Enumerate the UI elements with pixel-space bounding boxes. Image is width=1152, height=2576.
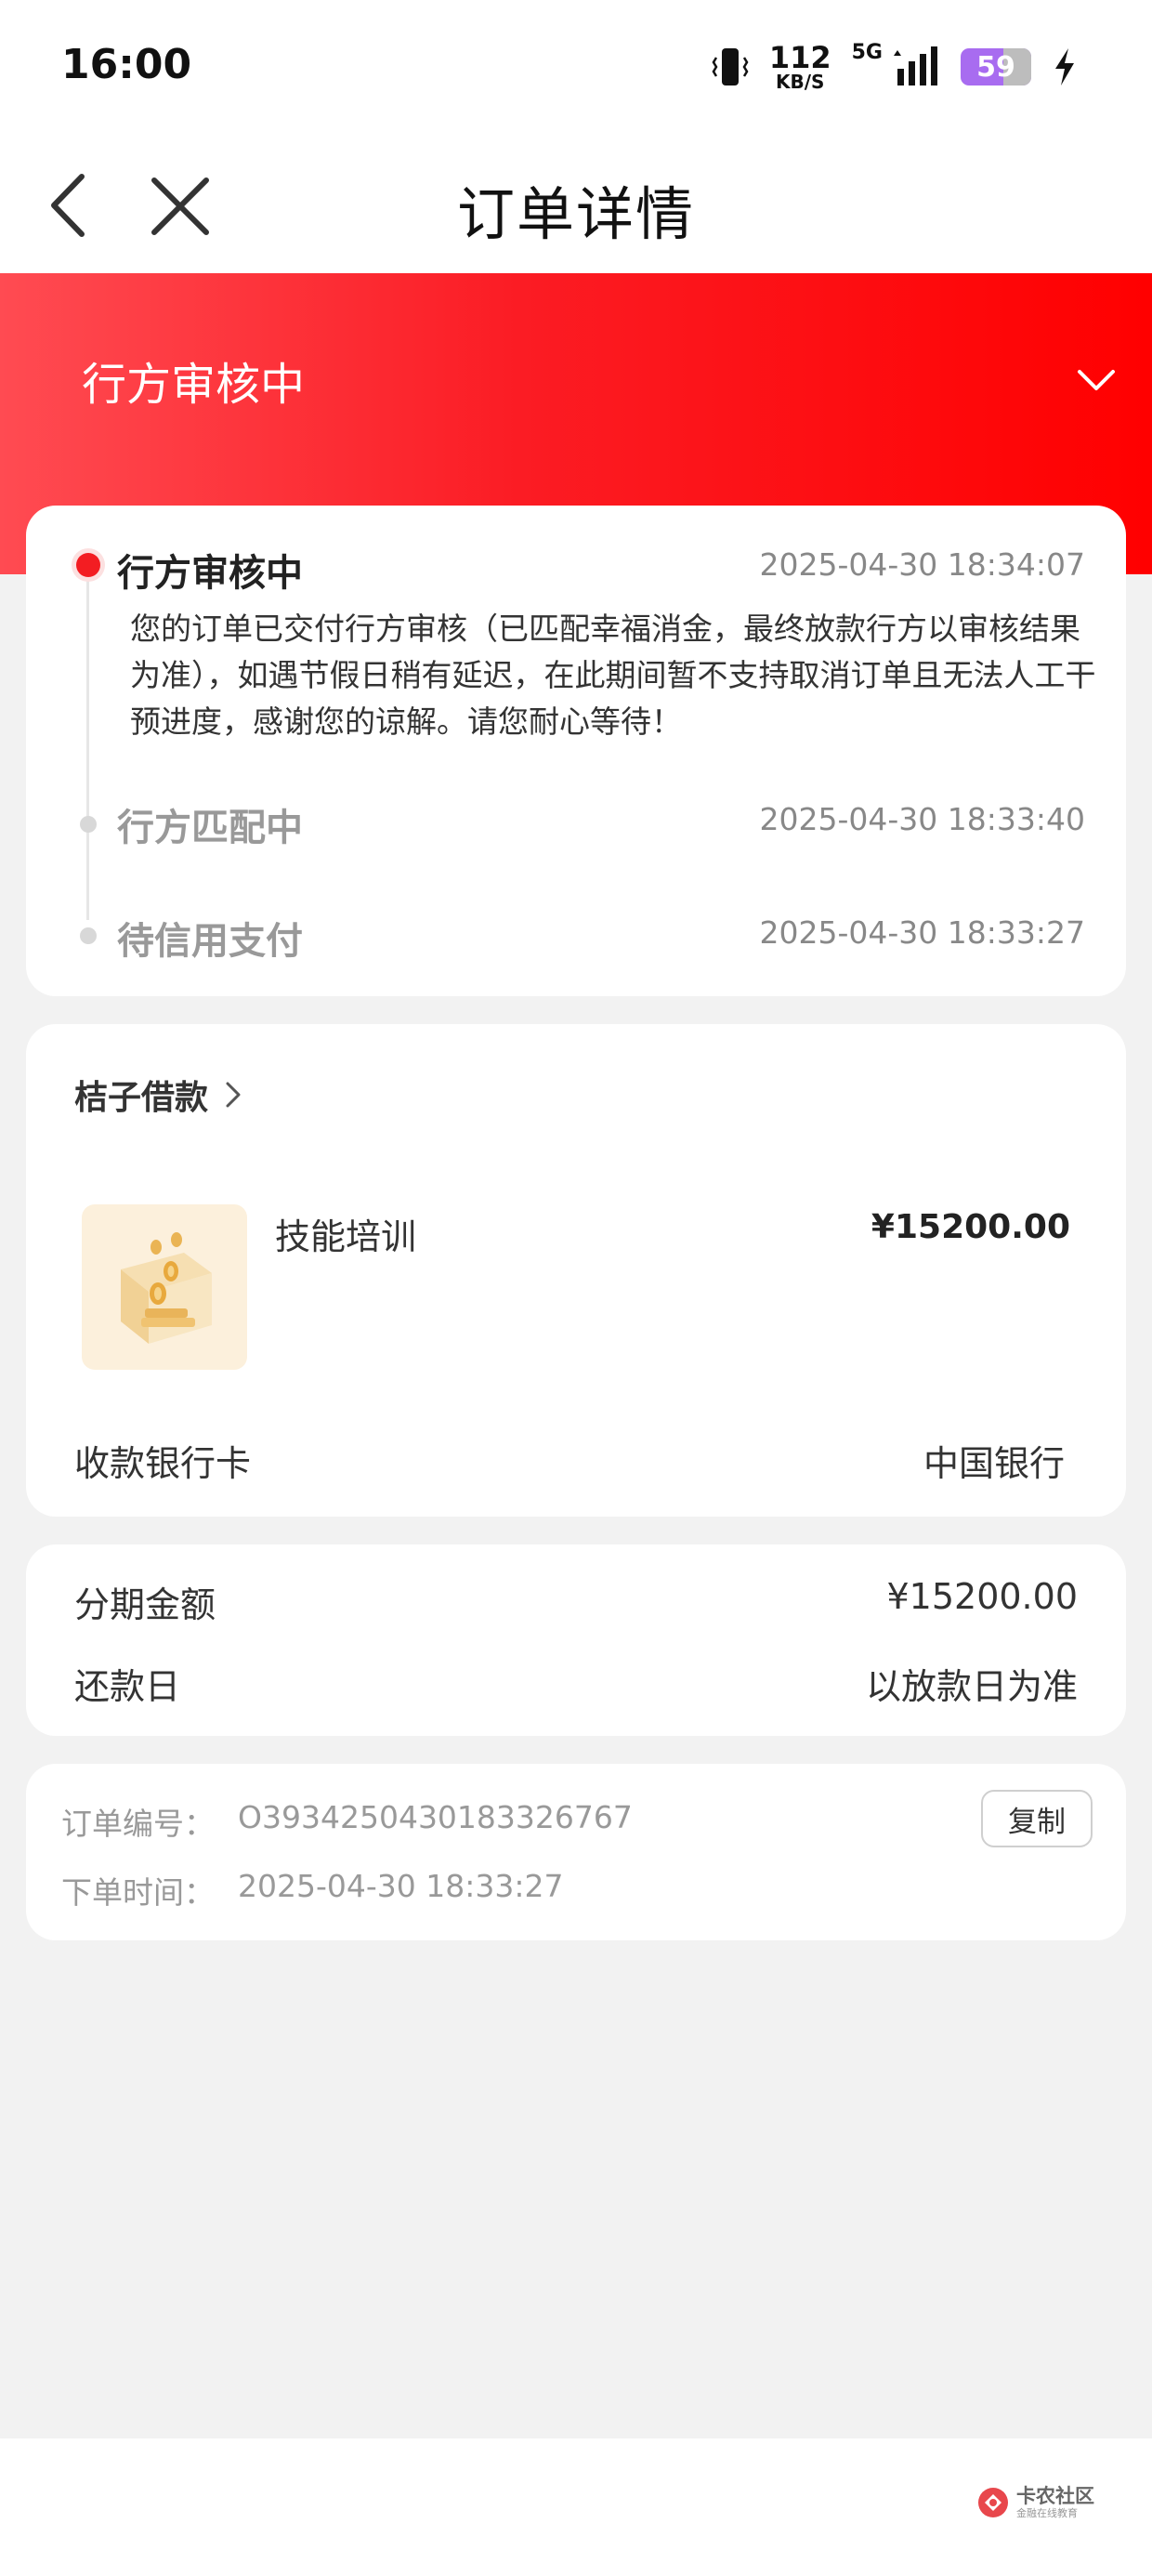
timeline-dot <box>80 816 97 833</box>
product-price: ¥15200.00 <box>871 1208 1070 1246</box>
charging-icon <box>1055 48 1074 85</box>
vibrate-icon <box>712 48 749 85</box>
product-card: 桔子借款 技能培训 ¥15200.00 收款银行卡 中国银行 <box>26 1024 1126 1517</box>
timeline-line <box>86 567 89 920</box>
watermark-subtitle: 金融在线教育 <box>1016 2506 1078 2519</box>
status-time: 16:00 <box>61 41 192 88</box>
bank-card-label: 收款银行卡 <box>74 1443 252 1484</box>
page-title: 订单详情 <box>456 180 695 248</box>
progress-timeline-card: 行方审核中 2025-04-30 18:34:07 您的订单已交付行方审核（已匹… <box>26 506 1126 996</box>
timeline-step-title: 待信用支付 <box>117 920 303 963</box>
timeline-step-time: 2025-04-30 18:33:27 <box>759 914 1085 951</box>
banner-status-text: 行方审核中 <box>82 359 306 411</box>
merchant-link[interactable]: 桔子借款 <box>74 1071 242 1119</box>
installment-amount-label: 分期金额 <box>74 1584 216 1625</box>
installment-amount-value: ¥15200.00 <box>886 1576 1079 1617</box>
chevron-down-icon[interactable] <box>1076 366 1117 394</box>
product-image <box>82 1204 247 1370</box>
timeline-step-time: 2025-04-30 18:33:40 <box>759 801 1085 837</box>
battery-icon: 59 <box>961 48 1031 85</box>
bottom-bar: 卡农社区 金融在线教育 <box>0 2438 1152 2576</box>
watermark-title: 卡农社区 <box>1016 2485 1094 2508</box>
status-icons: 112 KB/S 5G 59 <box>712 41 1078 93</box>
merchant-name: 桔子借款 <box>74 1079 209 1117</box>
timeline-dot-active <box>72 548 105 582</box>
timeline-step-title: 行方审核中 <box>117 552 303 595</box>
order-info-card: 订单编号： O3934250430183326767 复制 下单时间： 2025… <box>26 1764 1126 1940</box>
watermark: 卡农社区 金融在线教育 <box>975 2485 1094 2520</box>
repayment-day-value: 以放款日为准 <box>865 1666 1078 1707</box>
status-bar: 16:00 112 KB/S 5G 59 <box>0 0 1152 139</box>
bank-card-value: 中国银行 <box>923 1443 1065 1484</box>
repayment-day-label: 还款日 <box>74 1666 181 1707</box>
coin-box-icon <box>121 1232 212 1344</box>
signal-icon <box>894 46 937 85</box>
network-type: 5G <box>851 41 883 64</box>
timeline-step-description: 您的订单已交付行方审核（已匹配幸福消金，最终放款行方以审核结果为准），如遇节假日… <box>130 611 1096 740</box>
chevron-right-icon <box>226 1082 241 1108</box>
product-name: 技能培训 <box>275 1216 417 1257</box>
order-time-value: 2025-04-30 18:33:27 <box>238 1868 564 1904</box>
network-speed: 112 KB/S <box>768 40 831 93</box>
order-time-label: 下单时间： <box>61 1874 215 1911</box>
order-number-label: 订单编号： <box>61 1806 215 1842</box>
timeline-dot <box>80 927 97 944</box>
timeline-step-time: 2025-04-30 18:34:07 <box>759 546 1085 583</box>
kanong-logo-icon <box>978 2488 1008 2517</box>
order-number-value: O3934250430183326767 <box>238 1799 633 1835</box>
nav-bar: 订单详情 <box>0 139 1152 273</box>
timeline-step-title: 行方匹配中 <box>117 807 303 849</box>
copy-button[interactable]: 复制 <box>981 1790 1093 1847</box>
installment-card: 分期金额 ¥15200.00 还款日 以放款日为准 <box>26 1544 1126 1736</box>
